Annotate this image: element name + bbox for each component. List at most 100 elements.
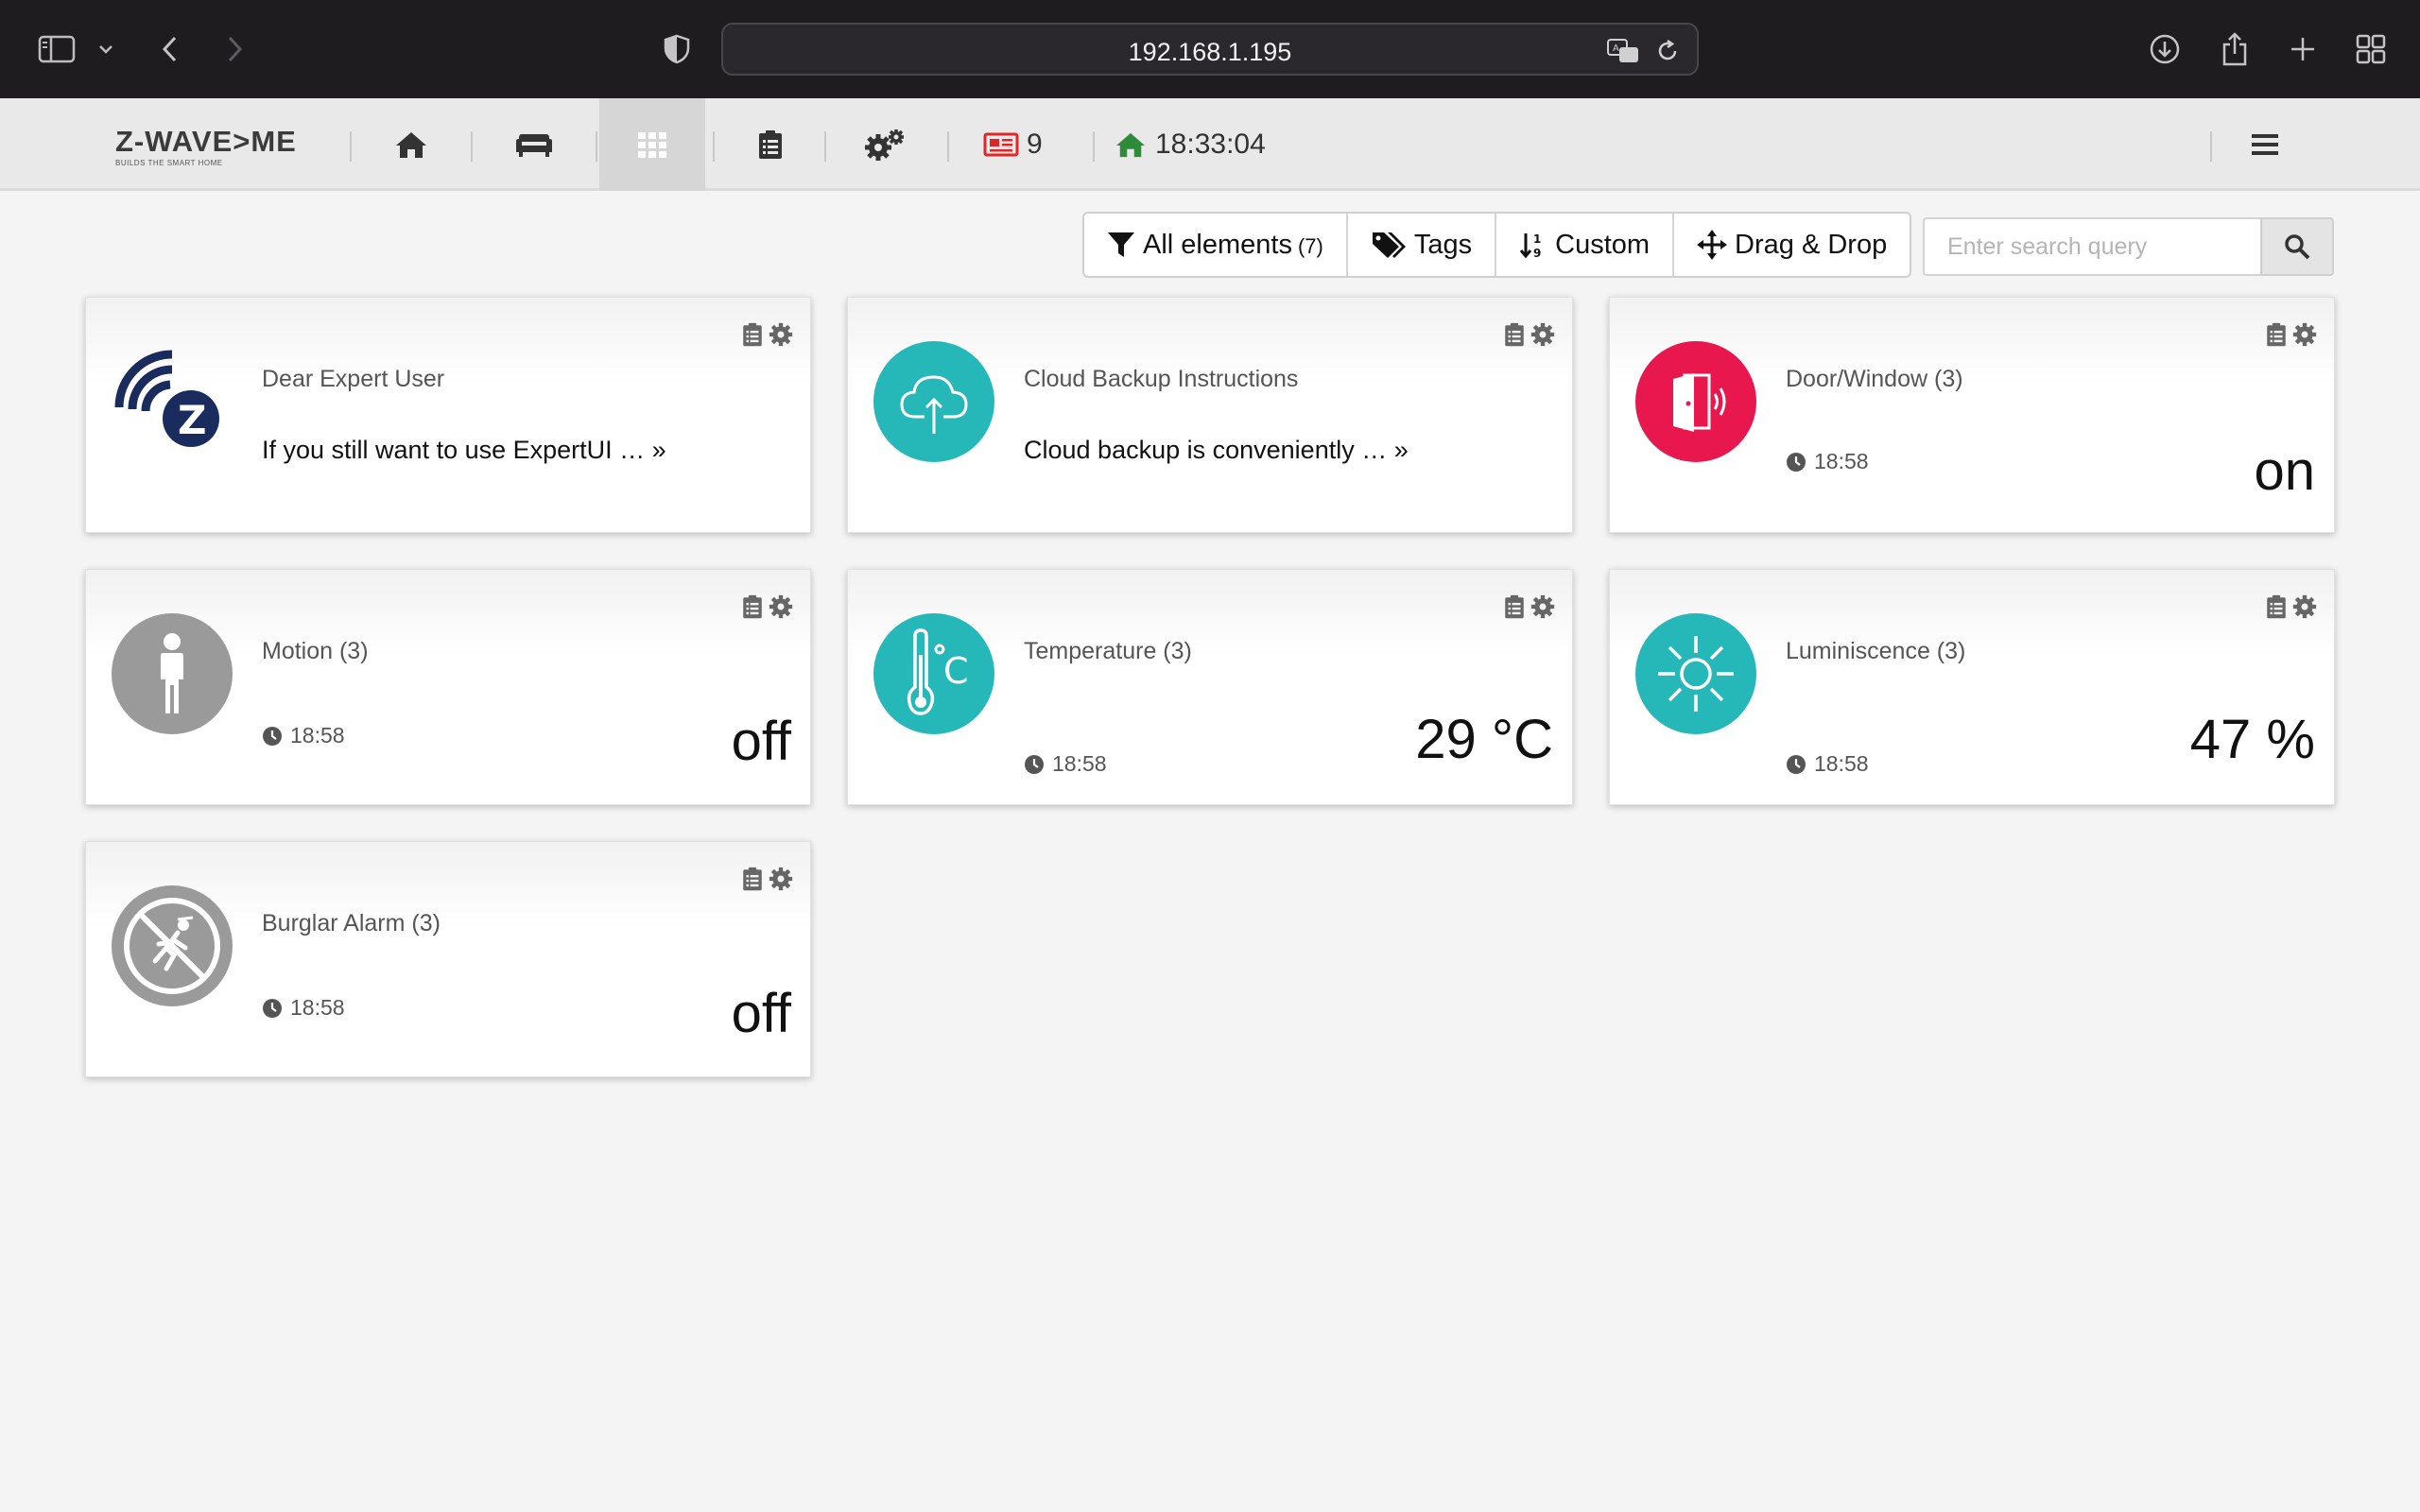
element-card: Burglar Alarm (3) 18:58 off [85, 841, 811, 1077]
card-actions [742, 867, 793, 891]
card-timestamp: 18:58 [262, 723, 345, 748]
current-time: 18:33:04 [1155, 129, 1266, 160]
search-input[interactable] [1923, 217, 2260, 276]
home-icon [396, 132, 426, 158]
card-timestamp: 18:58 [262, 995, 345, 1021]
gear-icon[interactable] [1530, 322, 1555, 347]
card-actions [1504, 322, 1555, 347]
filter-icon [1108, 232, 1134, 257]
cloud-upload-icon [873, 341, 994, 462]
z-wave-logo-icon: Z [112, 341, 233, 462]
gear-icon[interactable] [1530, 594, 1555, 619]
search-button[interactable] [2260, 217, 2334, 276]
forward-icon[interactable] [216, 23, 253, 76]
card-description-link[interactable]: If you still want to use ExpertUI … » [262, 436, 666, 465]
card-title: Burglar Alarm (3) [262, 910, 441, 936]
clock-icon [263, 998, 282, 1018]
all-elements-button[interactable]: All elements (7) [1084, 214, 1348, 276]
home-icon [1116, 132, 1145, 158]
card-level[interactable]: on [2254, 439, 2315, 503]
gear-icon[interactable] [769, 594, 793, 619]
element-card: C Temperature (3) 18:58 29 °C [847, 569, 1573, 805]
grid-icon [638, 132, 666, 158]
browser-toolbar: 192.168.1.195 A [0, 0, 2420, 98]
filter-toolbar: All elements (7) Tags 19 Custom Drag & D… [1082, 212, 1912, 278]
clipboard-icon[interactable] [1504, 322, 1525, 347]
chevron-down-icon[interactable] [93, 23, 119, 76]
shield-icon[interactable] [660, 23, 694, 76]
clipboard-icon[interactable] [2266, 594, 2287, 619]
card-title: Door/Window (3) [1786, 366, 1963, 392]
tab-overview-icon[interactable] [2352, 23, 2390, 76]
card-timestamp: 18:58 [1024, 751, 1107, 777]
newspaper-icon [983, 132, 1019, 157]
burglar-alarm-icon [112, 885, 233, 1006]
translate-icon[interactable]: A [1606, 38, 1640, 69]
nav-settings[interactable] [826, 98, 943, 191]
gears-icon [865, 129, 904, 161]
door-open-icon [1635, 341, 1756, 462]
clipboard-icon [759, 130, 782, 159]
element-card: Z Dear Expert User If you still want to … [85, 297, 811, 533]
nav-events[interactable] [715, 98, 826, 191]
app-navbar: Z-WAVE>ME BUILDS THE SMART HOME 9 18:33:… [0, 98, 2420, 191]
card-timestamp: 18:58 [1786, 449, 1869, 474]
clock-icon [1787, 452, 1806, 472]
card-level[interactable]: off [732, 710, 791, 773]
gear-icon[interactable] [2292, 322, 2317, 347]
card-actions [2266, 322, 2317, 347]
person-icon [112, 613, 233, 734]
menu-button[interactable] [2212, 98, 2318, 191]
new-tab-icon[interactable] [2284, 23, 2322, 76]
z-wave-me-logo[interactable]: Z-WAVE>ME BUILDS THE SMART HOME [115, 127, 297, 168]
clipboard-icon[interactable] [1504, 594, 1525, 619]
sidebar-toggle-icon[interactable] [34, 23, 79, 76]
nav-elements[interactable] [599, 98, 705, 191]
card-title: Luminiscence (3) [1786, 638, 1966, 664]
clock-icon [263, 726, 282, 746]
clipboard-icon[interactable] [742, 322, 763, 347]
card-level[interactable]: 47 % [2190, 708, 2315, 771]
clipboard-icon[interactable] [2266, 322, 2287, 347]
svg-text:Z: Z [178, 397, 206, 443]
card-title: Dear Expert User [262, 366, 445, 392]
card-title: Motion (3) [262, 638, 369, 664]
nav-rooms[interactable] [473, 98, 596, 191]
address-bar[interactable]: 192.168.1.195 A [721, 23, 1699, 76]
card-level[interactable]: off [732, 982, 791, 1045]
svg-text:9: 9 [1533, 247, 1541, 259]
tags-button[interactable]: Tags [1348, 214, 1497, 276]
card-actions [742, 322, 793, 347]
gear-icon[interactable] [769, 867, 793, 891]
gear-icon[interactable] [2292, 594, 2317, 619]
move-arrows-icon [1697, 230, 1728, 260]
share-icon[interactable] [2216, 23, 2254, 76]
card-description-link[interactable]: Cloud backup is conveniently … » [1024, 436, 1409, 465]
notification-count: 9 [1027, 129, 1043, 160]
tags-icon [1372, 232, 1406, 258]
card-actions [742, 594, 793, 619]
custom-sort-button[interactable]: 19 Custom [1496, 214, 1675, 276]
nav-notifications[interactable]: 9 [983, 98, 1097, 191]
search-icon [2285, 234, 2310, 260]
drag-drop-button[interactable]: Drag & Drop [1674, 214, 1910, 276]
url-text: 192.168.1.195 [1128, 38, 1292, 66]
nav-divider [947, 131, 949, 162]
nav-divider [1093, 131, 1095, 162]
nav-home[interactable] [352, 98, 471, 191]
download-icon[interactable] [2146, 23, 2184, 76]
gear-icon[interactable] [769, 322, 793, 347]
card-title: Temperature (3) [1024, 638, 1192, 664]
svg-text:A: A [1613, 43, 1619, 54]
card-level[interactable]: 29 °C [1415, 708, 1553, 771]
card-timestamp: 18:58 [1786, 751, 1869, 777]
clipboard-icon[interactable] [742, 594, 763, 619]
back-icon[interactable] [151, 23, 189, 76]
element-card: Cloud Backup Instructions Cloud backup i… [847, 297, 1573, 533]
nav-divider [596, 131, 597, 162]
sofa-icon [516, 134, 552, 157]
nav-time[interactable]: 18:33:04 [1114, 98, 1293, 191]
clipboard-icon[interactable] [742, 867, 763, 891]
clock-icon [1025, 754, 1044, 774]
reload-icon[interactable] [1655, 38, 1680, 69]
